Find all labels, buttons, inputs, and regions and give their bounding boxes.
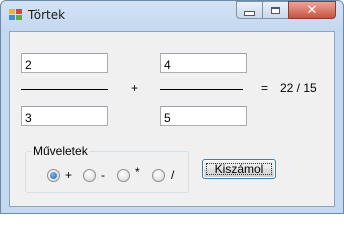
result-label: 22 / 15 <box>280 81 317 95</box>
numerator-1-input[interactable] <box>21 53 108 73</box>
radio-add[interactable] <box>47 169 60 182</box>
close-button[interactable]: ✕ <box>288 1 336 19</box>
radio-subtract[interactable] <box>83 169 96 182</box>
window-title: Törtek <box>28 8 66 22</box>
minimize-icon <box>244 10 255 16</box>
title-bar[interactable]: Törtek ✕ <box>1 1 343 29</box>
calculate-button[interactable]: Kiszámol <box>202 159 276 179</box>
maximize-icon <box>271 6 280 14</box>
fraction-line-1 <box>21 89 108 90</box>
form-client-area: + = 22 / 15 Műveletek + - * / Kiszámol <box>9 31 335 207</box>
operations-groupbox: Műveletek + - * / <box>25 144 189 193</box>
radio-subtract-label: - <box>101 168 105 182</box>
fraction-line-2 <box>160 89 243 90</box>
radio-multiply-label: * <box>135 165 140 179</box>
operations-title: Műveletek <box>32 144 89 158</box>
app-icon <box>9 9 23 21</box>
app-window: Törtek ✕ + = 22 / 15 Műveletek + <box>0 0 344 214</box>
radio-divide-label: / <box>171 168 175 182</box>
numerator-2-input[interactable] <box>160 53 247 73</box>
operator-label: + <box>131 81 139 95</box>
equals-label: = <box>261 81 269 95</box>
radio-divide[interactable] <box>152 169 165 182</box>
denominator-2-input[interactable] <box>160 106 247 126</box>
radio-multiply[interactable] <box>117 169 130 182</box>
minimize-button[interactable] <box>236 1 263 19</box>
denominator-1-input[interactable] <box>21 106 108 126</box>
radio-add-label: + <box>65 168 73 182</box>
calculate-button-label: Kiszámol <box>206 162 272 176</box>
close-icon: ✕ <box>306 2 318 18</box>
maximize-button[interactable] <box>262 1 289 19</box>
